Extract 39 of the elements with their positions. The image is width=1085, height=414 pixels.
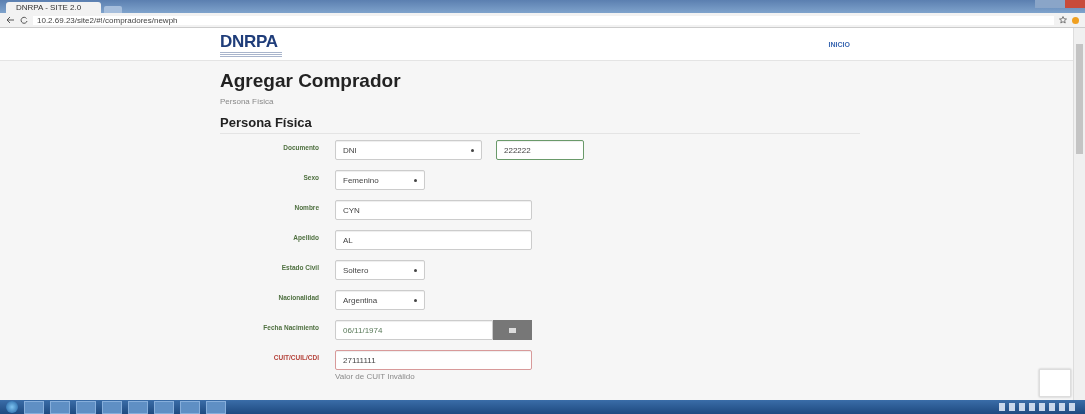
taskbar-app-icon[interactable] <box>206 400 226 414</box>
taskbar-app-icon[interactable] <box>76 400 96 414</box>
input-field[interactable]: 222222 <box>496 140 584 160</box>
reload-icon[interactable] <box>20 16 28 24</box>
window-controls-icon[interactable] <box>1035 0 1085 8</box>
input-field[interactable]: 27111111 <box>335 350 532 370</box>
section-heading: Persona Física <box>220 115 860 134</box>
input-field[interactable]: CYN <box>335 200 532 220</box>
extension-icon[interactable] <box>1072 16 1079 24</box>
input-field[interactable]: AL <box>335 230 532 250</box>
calendar-button[interactable] <box>493 320 532 340</box>
start-button[interactable] <box>6 401 18 413</box>
caret-icon <box>414 298 417 302</box>
taskbar-app-icon[interactable] <box>102 400 122 414</box>
select-field[interactable]: Argentina <box>335 290 425 310</box>
site-logo[interactable]: DNRPA <box>220 31 282 52</box>
select-field[interactable]: DNI <box>335 140 482 160</box>
caret-icon <box>471 148 474 152</box>
address-field[interactable]: 10.2.69.23/site2/#!/compradores/newph <box>33 15 1054 25</box>
date-field[interactable]: 06/11/1974 <box>335 320 493 340</box>
star-icon <box>1059 16 1067 24</box>
new-tab-button[interactable] <box>104 6 123 13</box>
taskbar-app-icon[interactable] <box>180 400 200 414</box>
caret-icon <box>414 178 417 182</box>
select-field[interactable]: Femenino <box>335 170 425 190</box>
caret-icon <box>414 268 417 272</box>
taskbar-app-icon[interactable] <box>50 400 70 414</box>
select-field[interactable]: Soltero <box>335 260 425 280</box>
browser-tab[interactable]: DNRPA - SITE 2.0 <box>6 2 102 13</box>
scrollbar-thumb[interactable] <box>1076 44 1083 154</box>
page-subtitle: Persona Física <box>220 97 275 106</box>
recaptcha-badge-drawing <box>1039 369 1071 397</box>
page-title: Agregar Comprador <box>220 70 402 92</box>
taskbar-app-icon[interactable] <box>24 400 44 414</box>
taskbar-app-icon[interactable] <box>128 400 148 414</box>
taskbar-app-icon[interactable] <box>154 400 174 414</box>
back-arrow-icon[interactable] <box>6 16 15 24</box>
logo-tagline-drawing <box>220 51 282 57</box>
error-message: Valor de CUIT Inválido <box>335 372 416 381</box>
